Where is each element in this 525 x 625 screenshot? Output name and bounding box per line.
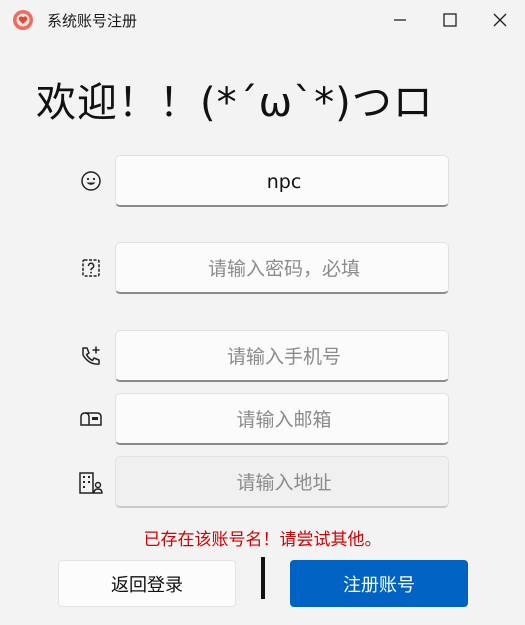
username-field[interactable]: [115, 155, 452, 207]
phone-field[interactable]: [115, 330, 452, 382]
password-question-icon: [78, 255, 104, 281]
phone-add-icon: [78, 343, 104, 369]
phone-input[interactable]: [116, 331, 452, 382]
address-input[interactable]: [116, 457, 452, 508]
welcome-heading: 欢迎！！(*´ω`*)つロ: [36, 80, 434, 126]
back-to-login-button[interactable]: 返回登录: [58, 560, 236, 607]
divider: [261, 557, 265, 599]
password-input[interactable]: [116, 243, 452, 294]
password-field[interactable]: [115, 242, 452, 294]
maximize-icon: [443, 13, 457, 27]
heart-logo-icon: [13, 10, 33, 30]
address-field[interactable]: [115, 456, 452, 508]
email-input[interactable]: [116, 394, 452, 445]
title-bar: 系统账号注册: [0, 0, 525, 40]
minimize-icon: [394, 19, 406, 21]
error-message: 已存在该账号名！请尝试其他。: [143, 530, 382, 550]
building-person-icon: [78, 470, 104, 496]
close-icon: [493, 13, 507, 27]
close-button[interactable]: [477, 0, 523, 40]
email-field[interactable]: [115, 393, 452, 445]
window-title: 系统账号注册: [47, 12, 138, 30]
minimize-button[interactable]: [377, 0, 423, 40]
username-input[interactable]: [116, 156, 452, 207]
register-button[interactable]: 注册账号: [290, 560, 468, 607]
mailbox-icon: [78, 406, 104, 432]
maximize-button[interactable]: [427, 0, 473, 40]
smiley-icon: [78, 168, 104, 194]
